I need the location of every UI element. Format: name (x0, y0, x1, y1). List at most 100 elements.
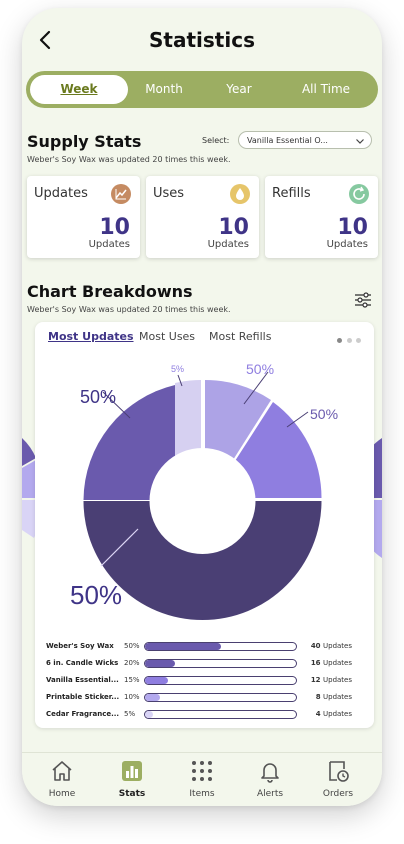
phone-screen: Statistics Week Month Year All Time Supp… (22, 8, 382, 806)
bar-count-value: 16 (310, 659, 321, 667)
carousel-dot[interactable] (347, 338, 352, 343)
stat-card-unit: Updates (88, 239, 130, 250)
bar-track (144, 659, 297, 668)
slice-label: 5% (171, 364, 184, 374)
bar-count: 12 Updates (311, 676, 352, 684)
stat-card-value: 10 (337, 215, 368, 240)
filter-sliders-icon[interactable] (354, 291, 372, 309)
chart-breakdowns-title: Chart Breakdowns (27, 282, 193, 301)
page-title: Statistics (149, 28, 255, 52)
bar-count-unit: Updates (323, 676, 352, 684)
stat-card-label: Uses (153, 186, 185, 201)
home-icon (52, 761, 72, 781)
bar-count-unit: Updates (323, 642, 352, 650)
slice-label: 50% (246, 361, 274, 377)
bar-count-value: 4 (315, 710, 321, 718)
bar-count: 4 Updates (316, 710, 352, 718)
header: Statistics (22, 8, 382, 68)
stat-card-unit: Updates (326, 239, 368, 250)
bar-count-value: 40 (310, 642, 321, 650)
period-tabs: Week Month Year All Time (26, 71, 378, 108)
stat-card-label: Refills (272, 186, 311, 201)
stat-card-label: Updates (34, 186, 88, 201)
bar-item-name: Weber's Soy Wax (46, 642, 114, 650)
nav-home[interactable]: Home (32, 759, 92, 799)
tab-month[interactable]: Month (131, 75, 197, 104)
bar-row: Vanilla Essential... 15% 12 Updates (35, 674, 374, 688)
bottom-nav: Home Stats Items Alerts Orders (22, 752, 382, 806)
bar-count: 16 Updates (311, 659, 352, 667)
tab-most-refills[interactable]: Most Refills (209, 330, 271, 343)
orders-icon (329, 761, 349, 782)
nav-label: Home (48, 789, 76, 799)
nav-label: Alerts (256, 789, 284, 799)
bar-fill (145, 643, 221, 650)
slice-label: 50% (70, 580, 122, 610)
bar-count: 8 Updates (316, 693, 352, 701)
bar-percent: 20% (124, 659, 140, 667)
chevron-down-icon (356, 139, 364, 144)
nav-stats[interactable]: Stats (102, 759, 162, 799)
chart-icon (111, 184, 131, 204)
bar-track (144, 693, 297, 702)
bar-fill (145, 694, 161, 701)
donut-chart: 50% 50% 5% 50% 50% (70, 361, 338, 620)
tab-week[interactable]: Week (30, 75, 128, 104)
bar-track (144, 676, 297, 685)
bar-percent: 5% (124, 710, 136, 718)
nav-items[interactable]: Items (172, 759, 232, 799)
bar-fill (145, 660, 176, 667)
bar-fill (145, 711, 153, 718)
bar-item-name: 6 in. Candle Wicks (46, 659, 119, 667)
refresh-icon (349, 184, 369, 204)
bar-count-value: 8 (315, 693, 321, 701)
supply-select[interactable]: Vanilla Essential O... (238, 131, 372, 149)
slice-label: 50% (310, 406, 338, 422)
bar-row: Printable Sticker... 10% 8 Updates (35, 691, 374, 705)
bar-track (144, 710, 297, 719)
stat-card-unit: Updates (207, 239, 249, 250)
stat-card-value: 10 (218, 215, 249, 240)
bar-count-unit: Updates (323, 659, 352, 667)
tab-all-time[interactable]: All Time (286, 75, 366, 104)
nav-label: Items (189, 789, 215, 799)
tab-most-uses[interactable]: Most Uses (139, 330, 195, 343)
stat-card-uses: Uses 10 Updates (146, 176, 259, 258)
drop-icon (230, 184, 250, 204)
tab-year[interactable]: Year (206, 75, 272, 104)
tab-most-updates[interactable]: Most Updates (48, 330, 134, 343)
bar-count: 40 Updates (311, 642, 352, 650)
nav-alerts[interactable]: Alerts (240, 759, 300, 799)
bar-percent: 50% (124, 642, 140, 650)
bar-item-name: Printable Sticker... (46, 693, 120, 701)
supply-select-value: Vanilla Essential O... (247, 136, 328, 145)
carousel-dot[interactable] (356, 338, 361, 343)
bar-row: 6 in. Candle Wicks 20% 16 Updates (35, 657, 374, 671)
stats-icon (122, 761, 142, 781)
chart-breakdowns-subtitle: Weber's Soy Wax was updated 20 times thi… (27, 305, 231, 314)
items-icon (192, 761, 212, 781)
stat-card-value: 10 (99, 215, 130, 240)
slice-label: 50% (80, 387, 116, 407)
stat-card-refills: Refills 10 Updates (265, 176, 378, 258)
bar-count-value: 12 (310, 676, 321, 684)
nav-label: Stats (118, 789, 146, 799)
bar-row: Cedar Fragrance... 5% 4 Updates (35, 708, 374, 722)
select-label: Select: (202, 136, 230, 145)
bar-percent: 15% (124, 676, 140, 684)
chart-card: Most Updates Most Uses Most Refills 50% … (35, 322, 374, 728)
bar-track (144, 642, 297, 651)
nav-label: Orders (322, 789, 354, 799)
bar-count-unit: Updates (323, 693, 352, 701)
bell-icon (261, 763, 279, 783)
bar-fill (145, 677, 168, 684)
nav-orders[interactable]: Orders (308, 759, 368, 799)
bar-row: Weber's Soy Wax 50% 40 Updates (35, 640, 374, 654)
bar-item-name: Vanilla Essential... (46, 676, 119, 684)
bar-percent: 10% (124, 693, 140, 701)
stat-card-updates: Updates 10 Updates (27, 176, 140, 258)
bar-item-name: Cedar Fragrance... (46, 710, 120, 718)
carousel-dot[interactable] (337, 338, 342, 343)
donut-hole (149, 448, 256, 554)
supply-stats-subtitle: Weber's Soy Wax was updated 20 times thi… (27, 155, 231, 164)
